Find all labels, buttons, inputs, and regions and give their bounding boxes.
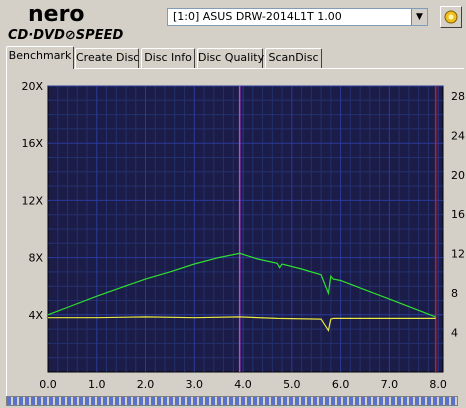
tab-label: ScanDisc: [268, 51, 319, 64]
tab-scandisc[interactable]: ScanDisc: [265, 48, 322, 68]
y-right-tick-label: 16: [451, 208, 465, 221]
x-tick-label: 7.0: [381, 378, 399, 391]
benchmark-panel: 20X 16X 12X 8X 4X 28 24 20 16 12 8 4 0.0 1.0 2.0 3.0 4.0…: [6, 68, 465, 406]
y-right-tick-label: 12: [451, 248, 465, 261]
drive-select-value: [1:0] ASUS DRW-2014L1T 1.00: [173, 10, 342, 23]
benchmark-chart: 20X 16X 12X 8X 4X 28 24 20 16 12 8 4 0.0 1.0 2.0 3.0 4.0…: [21, 80, 465, 391]
y-right-tick-label: 4: [451, 327, 458, 340]
y-right-tick-label: 28: [451, 90, 465, 103]
y-left-tick-label: 20X: [21, 80, 43, 93]
progress-bar: [6, 396, 458, 406]
y-right-tick-label: 8: [451, 287, 458, 300]
drive-select[interactable]: [1:0] ASUS DRW-2014L1T 1.00 ▼: [167, 8, 428, 26]
x-tick-label: 4.0: [234, 378, 252, 391]
x-tick-label: 1.0: [88, 378, 106, 391]
y-right-tick-label: 20: [451, 169, 465, 182]
logo-nero-text: nero: [28, 2, 85, 27]
tab-create-disc[interactable]: Create Disc: [75, 48, 139, 68]
y-left-tick-label: 4X: [28, 309, 43, 322]
refresh-button[interactable]: [440, 6, 462, 28]
refresh-icon: [444, 10, 458, 24]
y-right-tick-label: 24: [451, 129, 465, 142]
tab-disc-info[interactable]: Disc Info: [141, 48, 195, 68]
y-left-tick-label: 8X: [28, 252, 43, 265]
x-tick-label: 2.0: [137, 378, 155, 391]
x-tick-label: 8.0: [429, 378, 447, 391]
tab-disc-quality[interactable]: Disc Quality: [197, 48, 265, 68]
nero-logo: nero CD·DVD⊘SPEED: [8, 2, 123, 42]
tab-benchmark[interactable]: Benchmark: [6, 46, 74, 69]
tab-label: Disc Info: [144, 51, 192, 64]
logo-speed-text: CD·DVD⊘SPEED: [8, 28, 123, 42]
y-left-tick-label: 16X: [21, 137, 43, 150]
tab-label: Create Disc: [76, 51, 140, 64]
x-tick-label: 6.0: [332, 378, 350, 391]
x-tick-label: 3.0: [186, 378, 204, 391]
chevron-down-icon[interactable]: ▼: [411, 9, 427, 25]
tab-label: Benchmark: [8, 49, 72, 62]
x-tick-label: 0.0: [39, 378, 57, 391]
x-tick-label: 5.0: [283, 378, 301, 391]
y-left-tick-label: 12X: [21, 194, 43, 207]
tab-label: Disc Quality: [198, 51, 265, 64]
